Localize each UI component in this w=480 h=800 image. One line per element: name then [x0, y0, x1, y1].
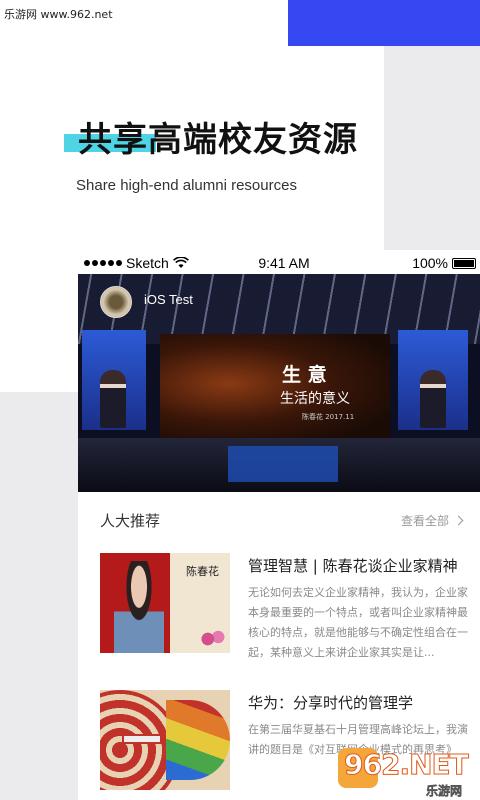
thumbnail-caption: 陈春花 [186, 565, 219, 578]
side-screen-right [398, 330, 468, 430]
section-title: 人大推荐 [100, 512, 161, 530]
watermark-top: 乐游网 www.962.net [4, 8, 113, 21]
status-right: 100% [412, 255, 476, 271]
battery-label: 100% [412, 255, 448, 271]
arrow-shape [122, 734, 162, 744]
chevron-right-icon [453, 515, 464, 526]
flowers-decor [200, 629, 226, 649]
portrait-figure [114, 561, 164, 653]
screen-subtitle: 生活的意义 [280, 391, 350, 407]
article-title: 华为：分享时代的管理学 [248, 694, 414, 712]
side-screen-left [82, 330, 146, 430]
banner-image[interactable]: 生 意 生活的意义 陈春花 2017.11 iOS Test [78, 274, 480, 492]
screen-caption: 陈春花 2017.11 [302, 413, 355, 421]
hero-title: 共享高端校友资源 [78, 120, 358, 160]
avatar[interactable] [100, 286, 132, 318]
color-fan [166, 700, 230, 780]
article-thumbnail: 陈春花 [100, 553, 230, 653]
speaker-figure [420, 370, 446, 428]
stage-floor [78, 438, 480, 492]
view-all-link[interactable]: 查看全部 [400, 512, 464, 529]
watermark-main: 962.NET [344, 748, 470, 782]
article-title: 管理智慧 | 陈春花谈企业家精神 [248, 557, 458, 575]
stage-floor-light [228, 446, 338, 482]
status-bar: Sketch 9:41 AM 100% [78, 250, 480, 274]
accent-block [288, 0, 480, 46]
view-all-label: 查看全部 [400, 514, 449, 528]
battery-icon [452, 257, 476, 269]
banner-user-label: iOS Test [144, 292, 193, 307]
watermark-logo: 962.NET 乐游网 [338, 744, 480, 800]
screen-title: 生 意 [282, 364, 327, 386]
article-thumbnail [100, 690, 230, 790]
center-screen: 生 意 生活的意义 陈春花 2017.11 [160, 334, 390, 444]
watermark-sub: 乐游网 [426, 784, 463, 799]
list-item[interactable]: 陈春花 管理智慧 | 陈春花谈企业家精神 无论如何去定义企业家精神，我认为，企业… [78, 553, 480, 673]
phone-mockup: Sketch 9:41 AM 100% 生 意 生活的意义 陈春花 2017.1… [78, 250, 480, 800]
section-header: 人大推荐 查看全部 [78, 492, 480, 542]
speaker-figure [100, 370, 126, 428]
article-excerpt: 无论如何去定义企业家精神，我认为，企业家本身最重要的一个特点，或者叫企业家精神最… [248, 586, 468, 659]
hero-subtitle: Share high-end alumni resources [76, 177, 297, 194]
